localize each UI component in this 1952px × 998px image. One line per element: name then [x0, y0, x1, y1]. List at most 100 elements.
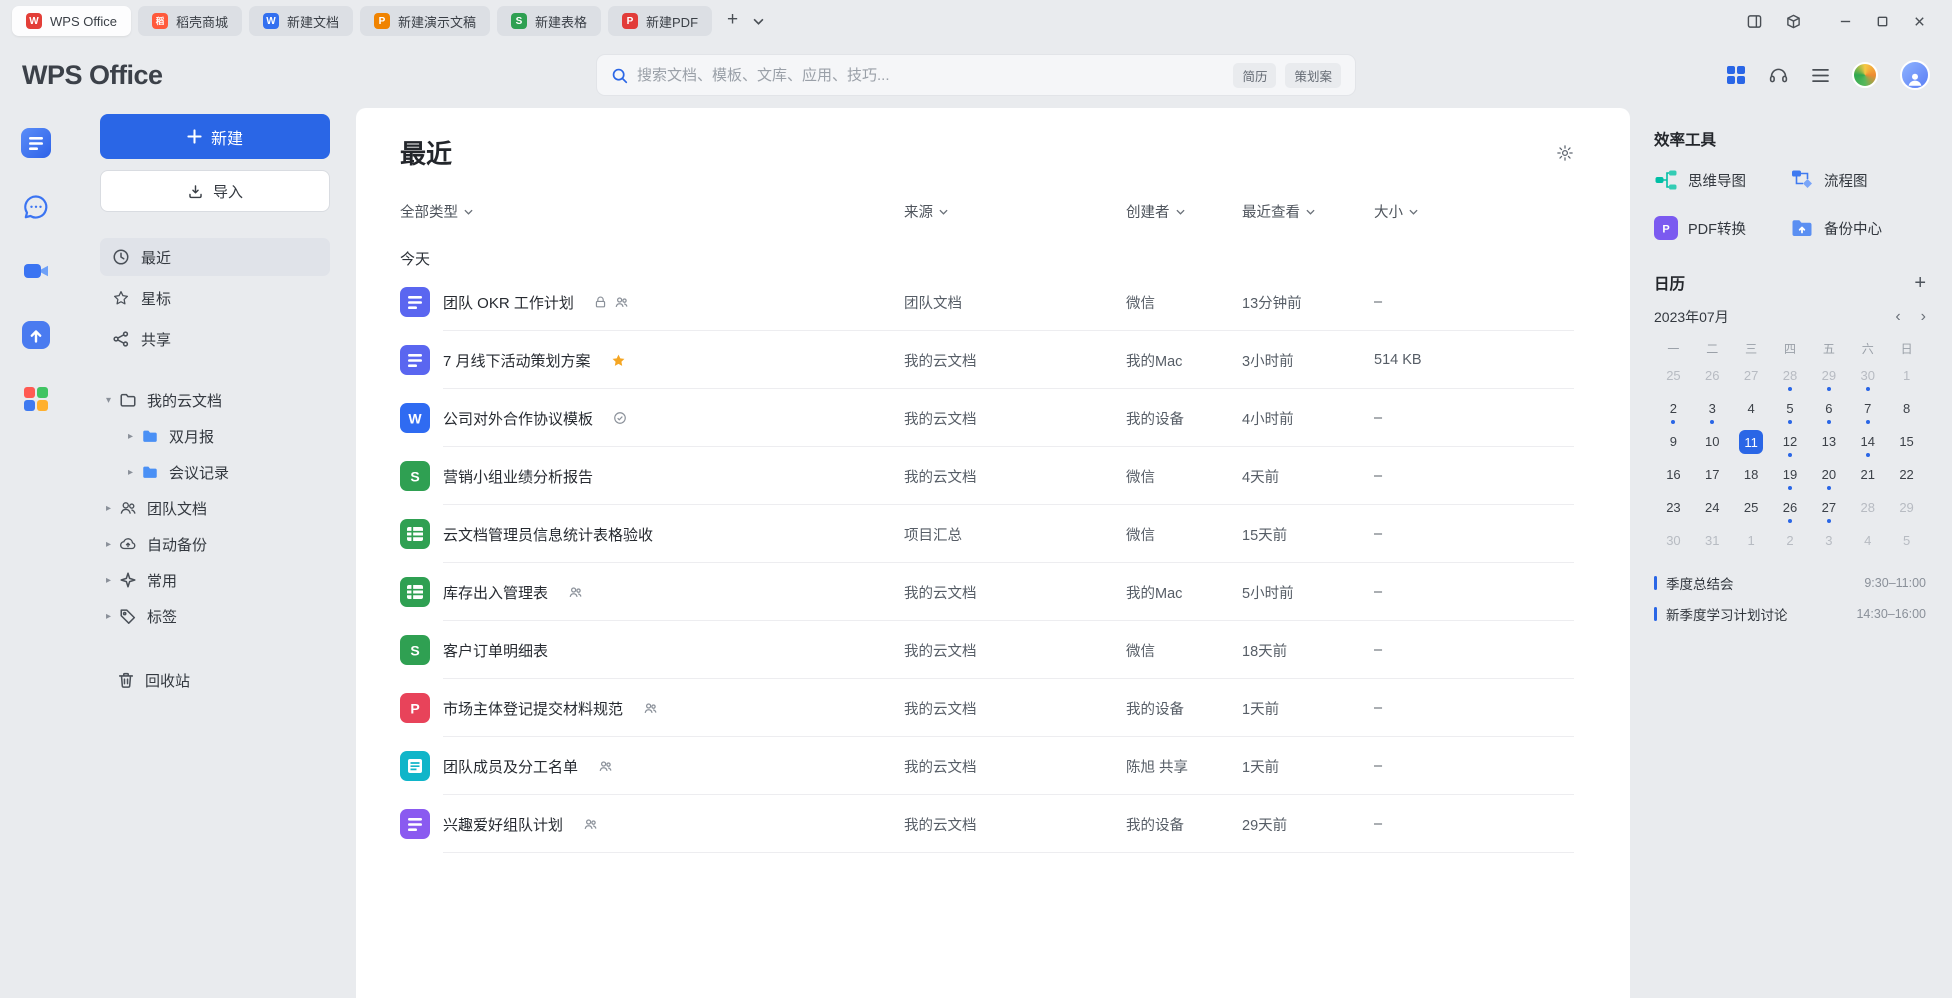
calendar-day[interactable]: 25: [1732, 494, 1771, 527]
table-row[interactable]: 兴趣爱好组队计划 我的云文档 我的设备 29天前 –: [400, 795, 1574, 853]
tool-pdf-convert[interactable]: P PDF转换: [1654, 208, 1790, 248]
membership-icon[interactable]: [1852, 62, 1878, 88]
calendar-day[interactable]: 1: [1732, 527, 1771, 560]
calendar-day[interactable]: 16: [1654, 461, 1693, 494]
calendar-day[interactable]: 3: [1809, 527, 1848, 560]
sidebar-item-tags[interactable]: ▸ 标签: [100, 598, 330, 634]
search-tag-plan[interactable]: 策划案: [1285, 63, 1341, 88]
calendar-day[interactable]: 4: [1732, 395, 1771, 428]
chevron-down-icon[interactable]: ▾: [100, 395, 117, 406]
chevron-right-icon[interactable]: ▸: [122, 431, 139, 442]
calendar-day[interactable]: 1: [1887, 362, 1926, 395]
tab-docer-mall[interactable]: 稻 稻壳商城: [138, 6, 242, 36]
calendar-day[interactable]: 27: [1732, 362, 1771, 395]
sidebar-item-auto-backup[interactable]: ▸ 自动备份: [100, 526, 330, 562]
search-tag-resume[interactable]: 简历: [1233, 63, 1276, 88]
sidebar-item-recent[interactable]: 最近: [100, 238, 330, 276]
calendar-day[interactable]: 29: [1887, 494, 1926, 527]
sidebar-item-starred[interactable]: 星标: [100, 279, 330, 317]
tool-backup-center[interactable]: 备份中心: [1790, 208, 1926, 248]
calendar-day[interactable]: 5: [1771, 395, 1810, 428]
tool-mindmap[interactable]: 思维导图: [1654, 160, 1790, 200]
apps-grid-icon[interactable]: [1726, 65, 1746, 85]
filter-size[interactable]: 大小: [1374, 201, 1574, 222]
calendar-day[interactable]: 10: [1693, 428, 1732, 461]
sidebar-item-shared[interactable]: 共享: [100, 320, 330, 358]
app-box-icon[interactable]: [1786, 14, 1801, 29]
sidebar-item-frequent[interactable]: ▸ 常用: [100, 562, 330, 598]
calendar-day[interactable]: 21: [1848, 461, 1887, 494]
calendar-day[interactable]: 6: [1809, 395, 1848, 428]
maximize-button[interactable]: [1876, 15, 1889, 28]
tab-new-presentation[interactable]: P 新建演示文稿: [360, 6, 490, 36]
filter-all-types[interactable]: 全部类型: [400, 201, 904, 222]
tab-new-pdf[interactable]: P 新建PDF: [608, 6, 712, 36]
rail-chat-icon[interactable]: [15, 186, 57, 228]
chevron-right-icon[interactable]: ▸: [122, 467, 139, 478]
calendar-day[interactable]: 9: [1654, 428, 1693, 461]
calendar-day[interactable]: 4: [1848, 527, 1887, 560]
chevron-right-icon[interactable]: ▸: [100, 575, 117, 586]
search-box[interactable]: 简历 策划案: [596, 54, 1356, 96]
headset-icon[interactable]: [1768, 65, 1789, 86]
calendar-next-icon[interactable]: ›: [1921, 308, 1926, 326]
calendar-day[interactable]: 24: [1693, 494, 1732, 527]
tab-list-chevron-icon[interactable]: [749, 18, 768, 25]
calendar-prev-icon[interactable]: ‹: [1895, 308, 1900, 326]
calendar-day[interactable]: 31: [1693, 527, 1732, 560]
calendar-day[interactable]: 7: [1848, 395, 1887, 428]
gear-icon[interactable]: [1556, 144, 1574, 162]
sidebar-item-meeting-notes[interactable]: ▸ 会议记录: [100, 454, 330, 490]
calendar-day[interactable]: 2: [1654, 395, 1693, 428]
rail-meeting-icon[interactable]: [15, 250, 57, 292]
search-input[interactable]: [637, 67, 1224, 84]
rail-cloud-drive-icon[interactable]: [15, 314, 57, 356]
rail-docs-icon[interactable]: [15, 122, 57, 164]
event-item[interactable]: 季度总结会 9:30–11:00: [1654, 570, 1926, 596]
calendar-day[interactable]: 30: [1848, 362, 1887, 395]
menu-icon[interactable]: [1811, 68, 1830, 83]
filter-last-viewed[interactable]: 最近查看: [1242, 201, 1374, 222]
sidebar-item-trash[interactable]: 回收站: [100, 662, 330, 698]
import-button[interactable]: 导入: [100, 170, 330, 212]
chevron-right-icon[interactable]: ▸: [100, 611, 117, 622]
chevron-right-icon[interactable]: ▸: [100, 503, 117, 514]
calendar-day[interactable]: 15: [1887, 428, 1926, 461]
calendar-day[interactable]: 11: [1732, 428, 1771, 461]
calendar-day[interactable]: 13: [1809, 428, 1848, 461]
table-row[interactable]: 团队成员及分工名单 我的云文档 陈旭 共享 1天前 –: [400, 737, 1574, 795]
calendar-day[interactable]: 20: [1809, 461, 1848, 494]
calendar-day[interactable]: 28: [1771, 362, 1810, 395]
sidebar-item-my-cloud-docs[interactable]: ▾ 我的云文档: [100, 382, 330, 418]
filter-creator[interactable]: 创建者: [1126, 201, 1242, 222]
new-tab-button[interactable]: +: [719, 9, 742, 33]
event-item[interactable]: 新季度学习计划讨论 14:30–16:00: [1654, 601, 1926, 627]
calendar-day[interactable]: 19: [1771, 461, 1810, 494]
calendar-day[interactable]: 30: [1654, 527, 1693, 560]
table-row[interactable]: S 营销小组业绩分析报告 我的云文档 微信 4天前 –: [400, 447, 1574, 505]
table-row[interactable]: 7 月线下活动策划方案 我的云文档 我的Mac 3小时前 514 KB: [400, 331, 1574, 389]
table-row[interactable]: 库存出入管理表 我的云文档 我的Mac 5小时前 –: [400, 563, 1574, 621]
calendar-day[interactable]: 27: [1809, 494, 1848, 527]
tab-wps-home[interactable]: W WPS Office: [12, 6, 131, 36]
sidebar-item-team-docs[interactable]: ▸ 团队文档: [100, 490, 330, 526]
calendar-day[interactable]: 23: [1654, 494, 1693, 527]
calendar-day[interactable]: 18: [1732, 461, 1771, 494]
avatar[interactable]: [1900, 60, 1930, 90]
table-row[interactable]: W 公司对外合作协议模板 我的云文档 我的设备 4小时前 –: [400, 389, 1574, 447]
tab-new-spreadsheet[interactable]: S 新建表格: [497, 6, 601, 36]
table-row[interactable]: P 市场主体登记提交材料规范 我的云文档 我的设备 1天前 –: [400, 679, 1574, 737]
calendar-day[interactable]: 5: [1887, 527, 1926, 560]
calendar-day[interactable]: 28: [1848, 494, 1887, 527]
calendar-day[interactable]: 26: [1771, 494, 1810, 527]
new-document-button[interactable]: 新建: [100, 114, 330, 159]
chevron-right-icon[interactable]: ▸: [100, 539, 117, 550]
table-row[interactable]: 团队 OKR 工作计划 团队文档 微信 13分钟前 –: [400, 273, 1574, 331]
split-view-icon[interactable]: [1747, 14, 1762, 29]
calendar-day[interactable]: 2: [1771, 527, 1810, 560]
calendar-day[interactable]: 12: [1771, 428, 1810, 461]
table-row[interactable]: S 客户订单明细表 我的云文档 微信 18天前 –: [400, 621, 1574, 679]
rail-apps-icon[interactable]: [15, 378, 57, 420]
calendar-day[interactable]: 17: [1693, 461, 1732, 494]
calendar-day[interactable]: 29: [1809, 362, 1848, 395]
